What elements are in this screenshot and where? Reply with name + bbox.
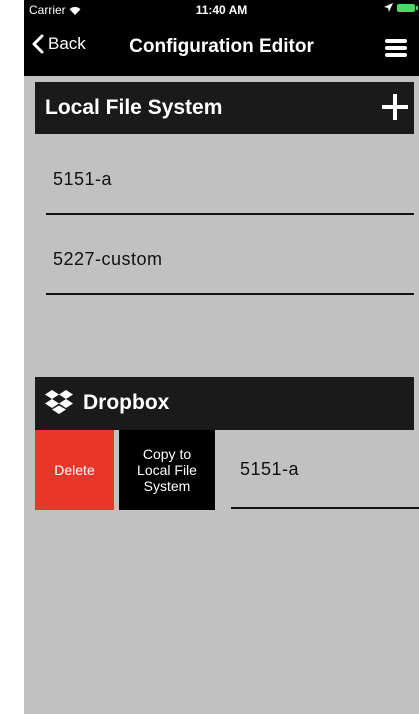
app-screen: Carrier 11:40 AM Back Configuration Edit… <box>24 0 419 714</box>
section-title-local: Local File System <box>45 96 223 119</box>
status-bar: Carrier 11:40 AM <box>24 0 419 20</box>
chevron-left-icon <box>32 34 44 54</box>
back-button[interactable]: Back <box>32 34 86 54</box>
file-name: 5151-a <box>240 459 300 479</box>
dropbox-file-row[interactable]: 5151-a <box>215 430 419 510</box>
section-title-dropbox: Dropbox <box>83 391 170 414</box>
row-divider <box>46 293 414 295</box>
location-arrow-icon <box>384 3 393 12</box>
dropbox-header: Dropbox <box>35 377 414 430</box>
navigation-bar: Back Configuration Editor <box>24 20 419 76</box>
plus-icon[interactable] <box>382 94 408 120</box>
local-file-row[interactable]: 5151-a <box>35 140 414 220</box>
local-file-system-header: Local File System <box>35 82 414 134</box>
copy-to-local-button[interactable]: Copy to Local File System <box>119 430 215 510</box>
local-file-row[interactable]: 5227-custom <box>35 220 414 300</box>
status-indicators <box>384 3 418 12</box>
hamburger-menu-icon[interactable] <box>385 39 407 57</box>
file-name: 5227-custom <box>53 249 163 269</box>
row-divider <box>231 507 419 509</box>
row-divider <box>46 213 414 215</box>
dropbox-icon <box>45 390 73 414</box>
file-name: 5151-a <box>53 169 113 189</box>
status-time: 11:40 AM <box>195 3 248 17</box>
delete-button[interactable]: Delete <box>35 430 114 510</box>
copy-button-label: Copy to Local File System <box>137 446 197 494</box>
battery-icon <box>397 3 418 12</box>
back-label: Back <box>48 34 86 53</box>
